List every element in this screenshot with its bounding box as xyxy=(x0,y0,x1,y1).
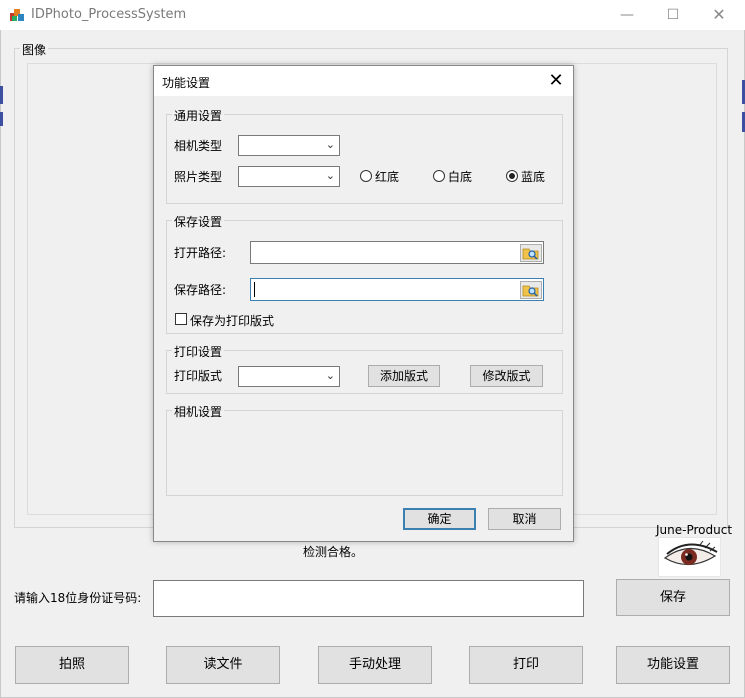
maximize-button[interactable]: ☐ xyxy=(650,0,696,30)
edit-format-button[interactable]: 修改版式 xyxy=(470,365,543,387)
open-path-browse-button[interactable] xyxy=(520,244,542,262)
print-button[interactable]: 打印 xyxy=(469,646,583,684)
save-path-label: 保存路径: xyxy=(174,283,227,297)
camera-type-label: 相机类型 xyxy=(174,139,223,153)
open-path-label: 打开路径: xyxy=(174,246,227,260)
function-settings-button[interactable]: 功能设置 xyxy=(616,646,730,684)
save-print-format-checkbox[interactable] xyxy=(175,313,187,325)
print-format-select[interactable]: ⌄ xyxy=(238,366,340,387)
chevron-down-icon: ⌄ xyxy=(325,138,335,151)
chevron-down-icon: ⌄ xyxy=(325,169,335,182)
window-title: IDPhoto_ProcessSystem xyxy=(31,7,187,22)
dialog-title: 功能设置 xyxy=(162,76,211,90)
save-path-input[interactable] xyxy=(250,278,544,301)
photo-type-select[interactable]: ⌄ xyxy=(238,166,340,187)
cancel-button[interactable]: 取消 xyxy=(488,508,561,530)
chevron-down-icon: ⌄ xyxy=(325,369,335,382)
image-group-label: 图像 xyxy=(20,41,49,58)
save-settings-label: 保存设置 xyxy=(172,213,225,230)
camera-type-select[interactable]: ⌄ xyxy=(238,135,340,156)
manual-process-button[interactable]: 手动处理 xyxy=(318,646,432,684)
camera-settings-group xyxy=(166,410,563,496)
blue-background-radio[interactable] xyxy=(506,170,518,182)
background-window-edge xyxy=(0,86,3,104)
folder-search-icon xyxy=(522,285,539,297)
status-text: 检测合格。 xyxy=(303,545,364,559)
blue-background-label: 蓝底 xyxy=(521,170,546,184)
minimize-button[interactable]: — xyxy=(604,0,650,30)
id-number-label: 请输入18位身份证号码: xyxy=(14,591,142,605)
white-background-radio[interactable] xyxy=(433,170,445,182)
ok-button[interactable]: 确定 xyxy=(403,508,476,530)
read-file-button[interactable]: 读文件 xyxy=(166,646,280,684)
dialog-title-bar xyxy=(154,66,573,96)
photo-type-label: 照片类型 xyxy=(174,170,223,184)
save-button[interactable]: 保存 xyxy=(616,579,730,616)
id-number-input[interactable] xyxy=(153,580,584,617)
save-print-format-label: 保存为打印版式 xyxy=(190,314,275,328)
close-button[interactable]: ✕ xyxy=(696,0,742,30)
camera-settings-label: 相机设置 xyxy=(172,403,225,420)
take-photo-button[interactable]: 拍照 xyxy=(15,646,129,684)
folder-search-icon xyxy=(522,248,539,260)
open-path-input[interactable] xyxy=(250,241,544,264)
background-window-edge xyxy=(0,112,3,126)
eye-logo-icon xyxy=(658,537,721,577)
dialog-close-button[interactable]: ✕ xyxy=(544,69,568,93)
print-settings-label: 打印设置 xyxy=(172,343,225,360)
red-background-radio[interactable] xyxy=(360,170,372,182)
white-background-label: 白底 xyxy=(448,170,473,184)
app-icon xyxy=(9,7,25,23)
add-format-button[interactable]: 添加版式 xyxy=(368,365,440,387)
settings-dialog: 功能设置 ✕ 通用设置 相机类型 ⌄ 照片类型 ⌄ 红底 白底 蓝底 保存设置 … xyxy=(153,65,574,542)
red-background-label: 红底 xyxy=(375,170,400,184)
general-settings-label: 通用设置 xyxy=(172,107,225,124)
text-cursor xyxy=(254,282,255,297)
save-path-browse-button[interactable] xyxy=(520,281,542,299)
brand-text: June-Product xyxy=(656,523,733,537)
print-format-label: 打印版式 xyxy=(174,369,223,383)
general-settings-group xyxy=(166,114,563,204)
